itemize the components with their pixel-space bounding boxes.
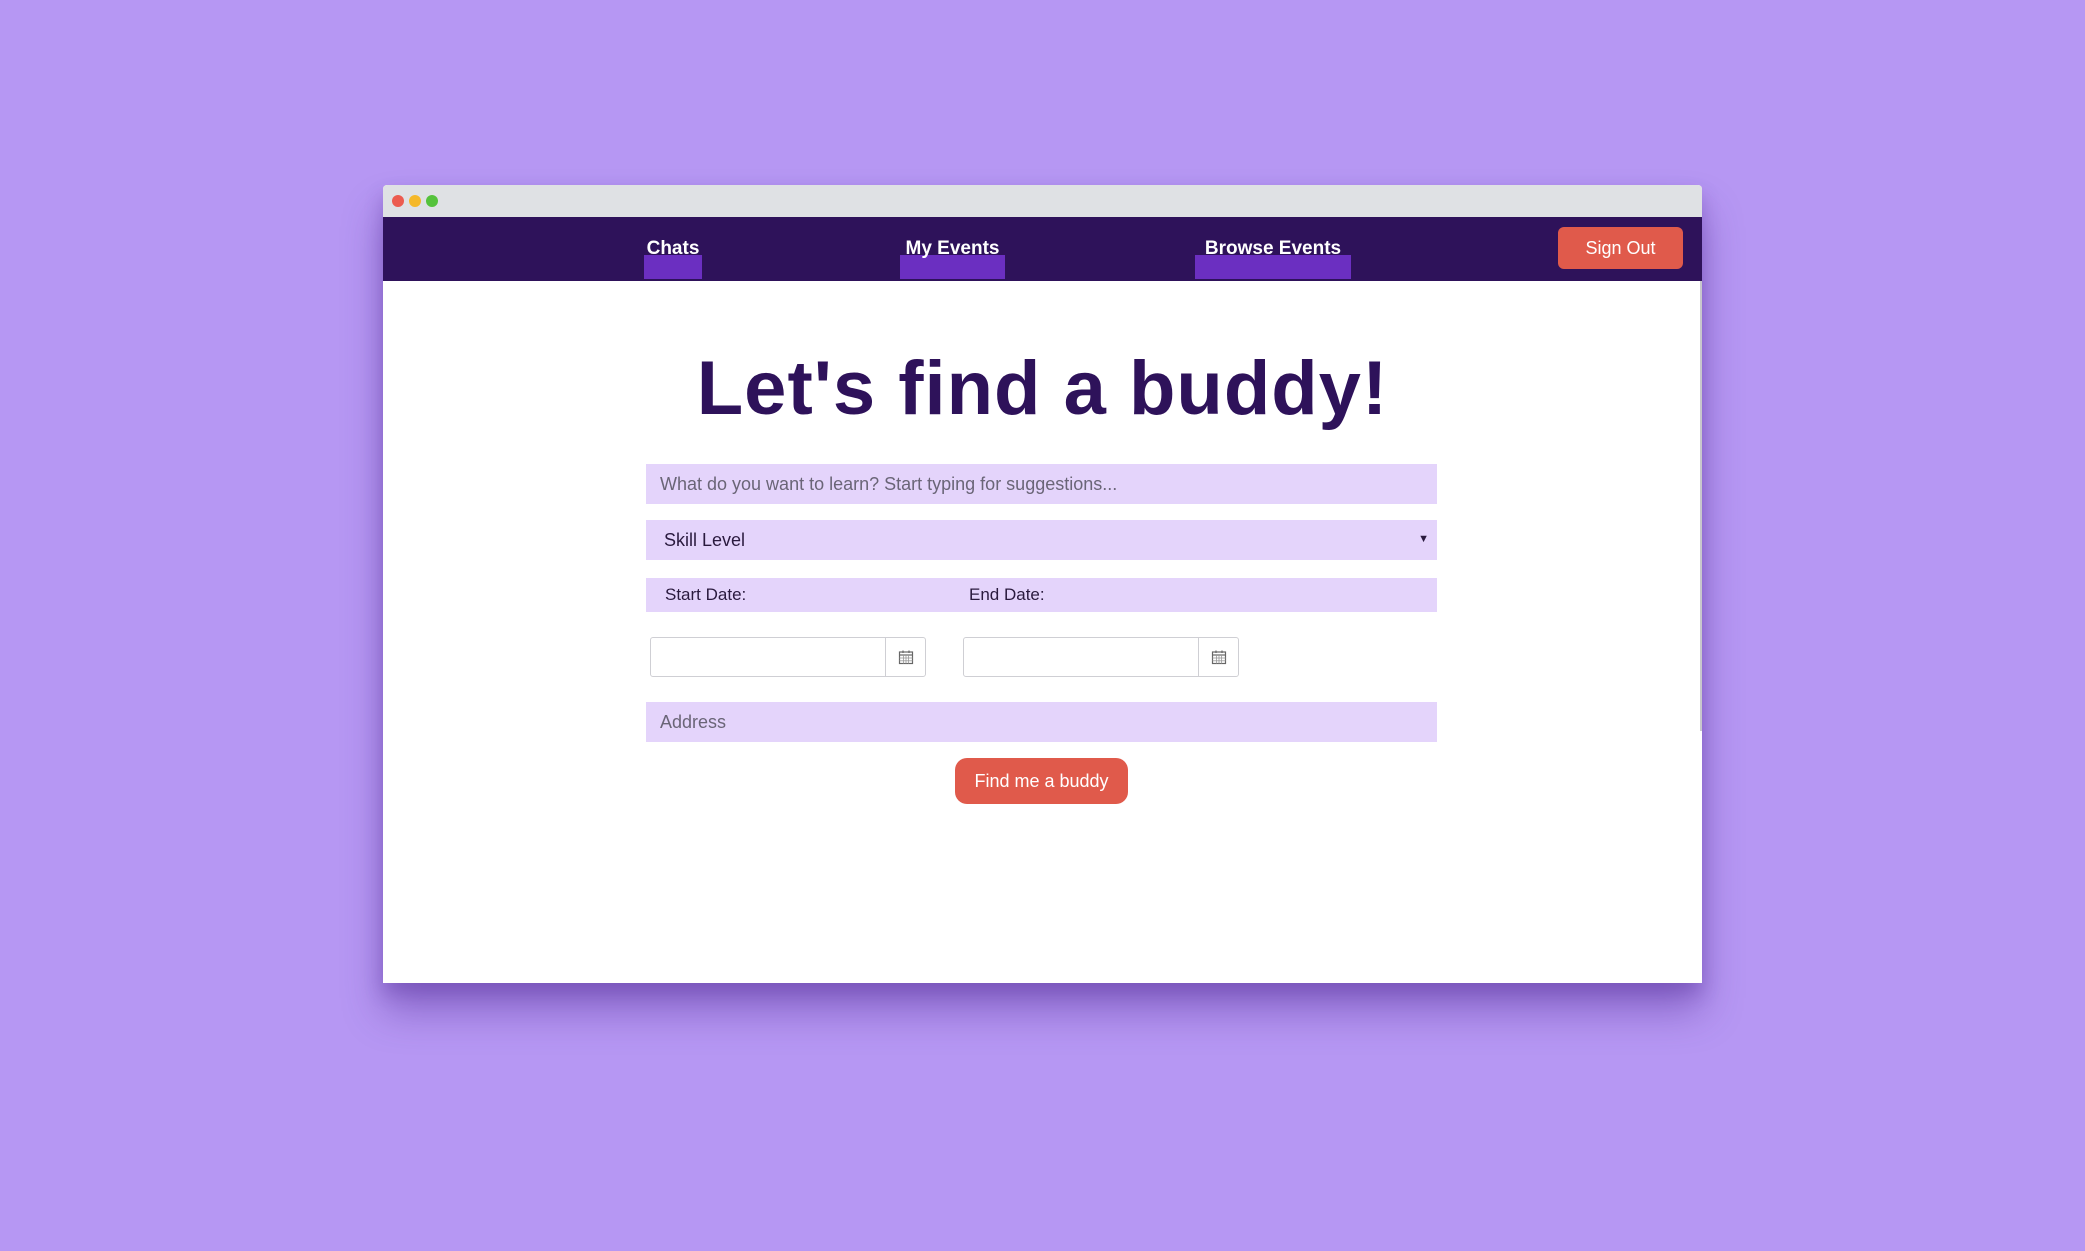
sign-out-button[interactable]: Sign Out	[1558, 227, 1683, 269]
find-buddy-button[interactable]: Find me a buddy	[955, 758, 1128, 804]
learn-topic-input[interactable]	[646, 464, 1437, 504]
start-date-input[interactable]	[650, 637, 926, 677]
page-title: Let's find a buddy!	[696, 346, 1389, 431]
date-labels-bar: Start Date: End Date:	[646, 578, 1437, 612]
end-date-label: End Date:	[969, 585, 1045, 604]
address-input[interactable]	[646, 702, 1437, 742]
top-navbar: Chats My Events Browse Events Sign Out	[383, 217, 1702, 281]
window-titlebar	[383, 185, 1702, 217]
nav-link-browse-events[interactable]: Browse Events	[1195, 217, 1351, 281]
chevron-down-icon: ▼	[1418, 533, 1429, 545]
maximize-window-button[interactable]	[426, 195, 438, 207]
calendar-icon[interactable]	[885, 638, 925, 676]
calendar-icon[interactable]	[1198, 638, 1238, 676]
nav-link-label: Chats	[646, 238, 700, 259]
nav-link-chats[interactable]: Chats	[644, 217, 702, 281]
end-date-input[interactable]	[963, 637, 1239, 677]
minimize-window-button[interactable]	[409, 195, 421, 207]
close-window-button[interactable]	[392, 195, 404, 207]
nav-link-label: Browse Events	[1204, 238, 1342, 259]
browser-window: Chats My Events Browse Events Sign Out L…	[383, 185, 1702, 983]
nav-link-my-events[interactable]: My Events	[900, 217, 1005, 281]
skill-level-select[interactable]: Skill Level ▼	[646, 520, 1437, 560]
nav-link-label: My Events	[905, 238, 1000, 259]
skill-level-selected: Skill Level	[664, 529, 746, 550]
start-date-label: Start Date:	[665, 585, 747, 604]
